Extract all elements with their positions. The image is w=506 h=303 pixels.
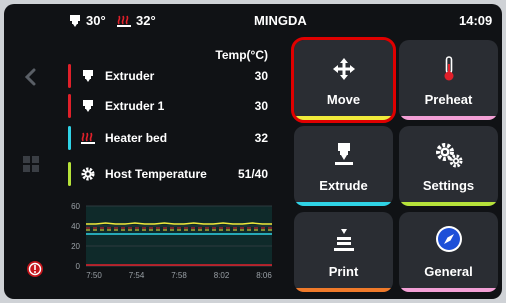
- row-value: 32: [254, 131, 268, 145]
- print-label: Print: [328, 264, 359, 279]
- row-label: Host Temperature: [105, 167, 207, 181]
- move-label: Move: [326, 92, 361, 107]
- row-color-bar: [68, 64, 71, 88]
- x-tick-label: 8:02: [214, 271, 230, 280]
- print-button[interactable]: Print: [294, 212, 393, 292]
- y-tick-label: 40: [71, 222, 80, 231]
- plot-area: [86, 206, 272, 266]
- row-label: Extruder 1: [105, 99, 165, 113]
- gears-icon: [399, 142, 498, 168]
- extruder-icon: [68, 14, 82, 28]
- nozzle-icon: [294, 142, 393, 168]
- tile-accent: [294, 288, 393, 292]
- temp-row-host: Host Temperature 51/40: [68, 162, 268, 186]
- general-label: General: [424, 264, 473, 279]
- preheat-button[interactable]: Preheat: [399, 40, 498, 120]
- tile-accent: [294, 202, 393, 206]
- y-tick-label: 20: [71, 242, 80, 251]
- move-icon: [294, 56, 393, 82]
- action-tiles: Move Preheat Extrude Settings Print Gene…: [291, 37, 502, 299]
- row-label: Extruder: [105, 69, 155, 83]
- left-rail: [4, 38, 64, 299]
- extruder-icon: [79, 97, 97, 115]
- heater-bed-icon: [116, 14, 132, 28]
- bed-temp: 32°: [136, 13, 156, 28]
- print-icon: [294, 228, 393, 254]
- row-color-bar: [68, 126, 71, 150]
- back-arrow-icon[interactable]: [23, 68, 39, 91]
- row-color-bar: [68, 162, 71, 186]
- x-tick-label: 7:54: [129, 271, 145, 280]
- row-color-bar: [68, 94, 71, 118]
- x-tick-label: 7:58: [171, 271, 187, 280]
- temp-row-extruder-1: Extruder 1 30: [68, 94, 268, 118]
- status-bar: 30° 32° MINGDA 14:09: [4, 4, 502, 38]
- y-tick-label: 0: [76, 262, 81, 271]
- tile-accent: [294, 116, 393, 120]
- move-button[interactable]: Move: [291, 37, 396, 123]
- brand-label: MINGDA: [254, 13, 307, 28]
- gear-icon: [79, 165, 97, 183]
- row-value: 51/40: [237, 167, 268, 181]
- emergency-stop-icon[interactable]: [26, 260, 44, 283]
- printer-screen: 30° 32° MINGDA 14:09 Temp(°C) Extruder 3…: [4, 4, 502, 299]
- row-value: 30: [254, 99, 268, 113]
- preheat-label: Preheat: [424, 92, 473, 107]
- extrude-label: Extrude: [319, 178, 368, 193]
- settings-button[interactable]: Settings: [399, 126, 498, 206]
- extruder-icon: [79, 67, 97, 85]
- extruder-temp: 30°: [86, 13, 106, 28]
- tile-accent: [399, 202, 498, 206]
- temp-row-extruder: Extruder 30: [68, 64, 268, 88]
- heater-bed-icon: [79, 129, 97, 147]
- clock: 14:09: [459, 13, 493, 28]
- temp-header: Temp(°C): [215, 48, 268, 62]
- temp-row-heater-bed: Heater bed 32: [68, 126, 268, 150]
- x-tick-label: 7:50: [86, 271, 102, 280]
- x-tick-label: 8:06: [256, 271, 272, 280]
- row-label: Heater bed: [105, 131, 168, 145]
- tile-accent: [399, 116, 498, 120]
- settings-label: Settings: [422, 178, 475, 193]
- temperature-chart: 0 20 40 60 7:50 7:54 7:58 8:02 8:06: [71, 202, 272, 280]
- general-button[interactable]: General: [399, 212, 498, 292]
- extrude-button[interactable]: Extrude: [294, 126, 393, 206]
- row-value: 30: [254, 69, 268, 83]
- compass-icon: [399, 226, 498, 253]
- bed-status: 32°: [116, 13, 156, 28]
- thermometer-icon: [399, 56, 498, 82]
- tile-accent: [399, 288, 498, 292]
- extruder-status: 30°: [68, 13, 106, 28]
- grid-icon[interactable]: [23, 156, 39, 177]
- y-tick-label: 60: [71, 202, 80, 211]
